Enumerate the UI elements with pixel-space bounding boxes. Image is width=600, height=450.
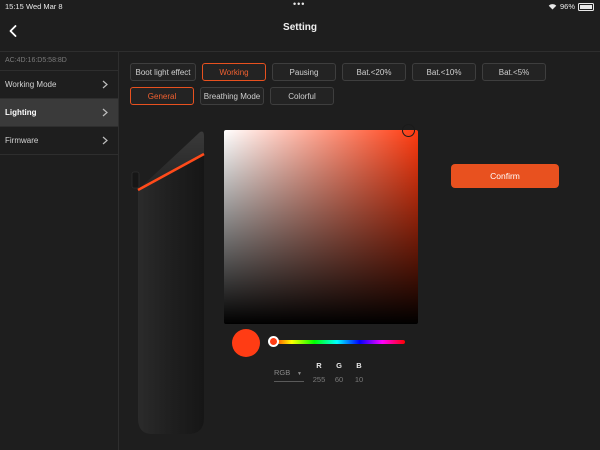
- device-id: AC:4D:16:D5:58:8D: [0, 52, 118, 71]
- tab-breathing-mode[interactable]: Breathing Mode: [200, 87, 264, 105]
- channel-value-b[interactable]: 10: [349, 375, 369, 384]
- color-mode-select[interactable]: RGB ▼: [274, 368, 304, 382]
- channel-label-b: B: [356, 361, 362, 370]
- confirm-button[interactable]: Confirm: [451, 164, 559, 188]
- sidebar-item-firmware[interactable]: Firmware: [0, 127, 118, 155]
- tab-pausing[interactable]: Pausing: [272, 63, 336, 81]
- tab-boot-light-effect[interactable]: Boot light effect: [130, 63, 196, 81]
- sidebar-item-working-mode[interactable]: Working Mode: [0, 71, 118, 99]
- wifi-icon: [548, 4, 557, 10]
- battery-percent: 96%: [559, 2, 575, 11]
- tab-working[interactable]: Working: [202, 63, 266, 81]
- tab-bat-5[interactable]: Bat.<5%: [482, 63, 546, 81]
- tab-bat-10[interactable]: Bat.<10%: [412, 63, 476, 81]
- status-bar: 15:15 Wed Mar 8 ••• 96%: [0, 0, 600, 12]
- multitasking-dots-icon[interactable]: •••: [293, 0, 305, 9]
- status-right: 96%: [548, 2, 594, 11]
- chevron-right-icon: [102, 108, 108, 117]
- sidebar: AC:4D:16:D5:58:8D Working Mode Lighting …: [0, 52, 119, 450]
- channel-label-r: R: [316, 361, 322, 370]
- page-title: Setting: [283, 22, 317, 33]
- caret-down-icon: ▼: [297, 371, 302, 377]
- battery-icon: [578, 2, 594, 11]
- sidebar-item-label: Firmware: [5, 136, 39, 145]
- sidebar-item-label: Lighting: [5, 108, 37, 117]
- sidebar-item-lighting[interactable]: Lighting: [0, 99, 118, 127]
- state-tabs: Boot light effect Working Pausing Bat.<2…: [130, 63, 546, 81]
- hue-slider-handle[interactable]: [268, 336, 279, 347]
- color-picker-handle[interactable]: [402, 124, 415, 137]
- chevron-right-icon: [102, 80, 108, 89]
- status-time: 15:15: [5, 2, 24, 11]
- color-picker-area[interactable]: [224, 130, 418, 324]
- tab-bat-20[interactable]: Bat.<20%: [342, 63, 406, 81]
- effect-tabs: General Breathing Mode Colorful: [130, 87, 334, 105]
- color-mode-label: RGB: [274, 368, 291, 377]
- status-date: Wed Mar 8: [26, 2, 63, 11]
- channel-label-g: G: [336, 361, 342, 370]
- channel-value-g[interactable]: 60: [329, 375, 349, 384]
- selected-color-swatch: [232, 329, 260, 357]
- sidebar-item-label: Working Mode: [5, 80, 57, 89]
- hue-slider[interactable]: [269, 340, 405, 344]
- tab-colorful[interactable]: Colorful: [270, 87, 334, 105]
- chevron-right-icon: [102, 136, 108, 145]
- device-illustration: [131, 131, 205, 434]
- nav-bar: Setting: [0, 12, 600, 52]
- tab-general[interactable]: General: [130, 87, 194, 105]
- channel-value-r[interactable]: 255: [309, 375, 329, 384]
